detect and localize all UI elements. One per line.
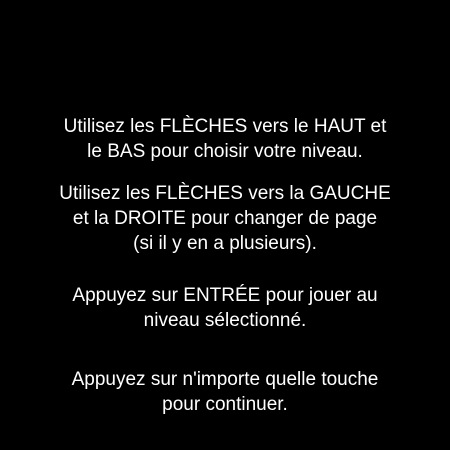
instruction-line: et la DROITE pour changer de page xyxy=(72,208,378,229)
instruction-line: pour continuer. xyxy=(162,394,288,415)
instruction-line: Appuyez sur ENTRÉE pour jouer au xyxy=(72,285,378,306)
instruction-line: Utilisez les FLÈCHES vers le HAUT et xyxy=(63,116,387,137)
help-screen[interactable]: Utilisez les FLÈCHES vers le HAUT et le … xyxy=(0,0,450,450)
instruction-line: niveau sélectionné. xyxy=(143,310,307,331)
arrow-up-down-instructions: Utilisez les FLÈCHES vers le HAUT et le … xyxy=(0,114,450,164)
instruction-line: Utilisez les FLÈCHES vers la GAUCHE xyxy=(59,183,391,204)
enter-key-instructions: Appuyez sur ENTRÉE pour jouer au niveau … xyxy=(0,283,450,333)
instruction-line: (si il y en a plusieurs). xyxy=(133,233,317,254)
continue-prompt: Appuyez sur n'importe quelle touche pour… xyxy=(0,367,450,417)
instruction-line: le BAS pour choisir votre niveau. xyxy=(87,141,363,162)
instruction-line: Appuyez sur n'importe quelle touche xyxy=(71,369,379,390)
arrow-left-right-instructions: Utilisez les FLÈCHES vers la GAUCHE et l… xyxy=(0,181,450,256)
